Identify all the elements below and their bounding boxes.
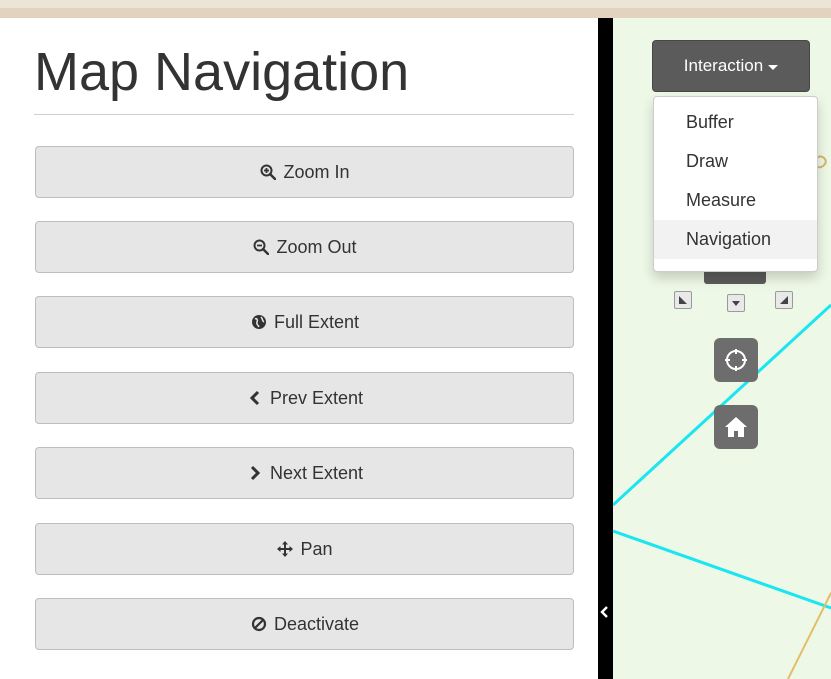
parcel-line [613, 529, 831, 610]
home-button[interactable] [714, 405, 758, 449]
full-extent-label: Full Extent [273, 311, 360, 332]
deactivate-label: Deactivate [273, 613, 360, 634]
home-icon [725, 417, 747, 437]
map-toolbar-chip [704, 272, 766, 284]
pan-down-left-icon[interactable] [674, 291, 692, 309]
map-navigation-panel: Map Navigation [0, 18, 598, 679]
panel-splitter[interactable] [598, 18, 613, 679]
title-divider [34, 114, 574, 115]
collapse-panel-icon[interactable] [599, 602, 611, 622]
road-line [787, 592, 831, 679]
pan-down-right-icon[interactable] [775, 291, 793, 309]
pan-label: Pan [300, 538, 333, 559]
prev-extent-label: Prev Extent [269, 387, 364, 408]
panel-title: Map Navigation [34, 42, 410, 102]
prev-extent-button[interactable]: Prev Extent [35, 372, 574, 424]
caret-down-icon [768, 64, 779, 70]
next-extent-label: Next Extent [269, 462, 364, 483]
pan-down-icon[interactable] [727, 294, 745, 312]
chevron-left-icon [246, 389, 264, 407]
zoom-out-button[interactable]: Zoom Out [35, 221, 574, 273]
next-extent-button[interactable]: Next Extent [35, 447, 574, 499]
locate-button[interactable] [714, 338, 758, 382]
globe-icon [250, 313, 268, 331]
menu-item-measure[interactable]: Measure [654, 181, 817, 220]
move-icon [276, 540, 294, 558]
menu-item-buffer[interactable]: Buffer [654, 103, 817, 142]
top-strip-band [0, 8, 831, 18]
pan-button[interactable]: Pan [35, 523, 574, 575]
interaction-menu: Buffer Draw Measure Navigation [653, 96, 818, 272]
interaction-dropdown-button[interactable]: Interaction [652, 40, 810, 92]
deactivate-button[interactable]: Deactivate [35, 598, 574, 650]
zoom-out-label: Zoom Out [276, 236, 357, 257]
locate-icon [725, 349, 747, 371]
menu-item-navigation[interactable]: Navigation [654, 220, 817, 259]
zoom-in-label: Zoom In [283, 161, 350, 182]
zoom-in-button[interactable]: Zoom In [35, 146, 574, 198]
menu-item-draw[interactable]: Draw [654, 142, 817, 181]
zoom-in-icon [259, 163, 277, 181]
top-strip [0, 0, 831, 18]
ban-icon [250, 615, 268, 633]
chevron-right-icon [246, 464, 264, 482]
interaction-label: Interaction [683, 56, 764, 75]
full-extent-button[interactable]: Full Extent [35, 296, 574, 348]
zoom-out-icon [252, 238, 270, 256]
